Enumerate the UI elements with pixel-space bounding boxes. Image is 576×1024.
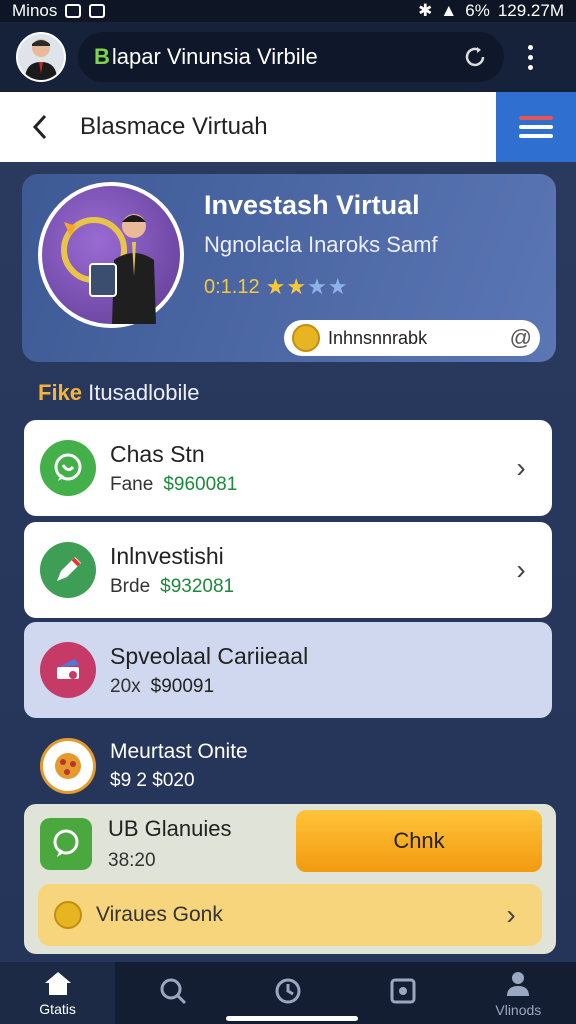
card-amount: $932081 [160,575,235,597]
section-accent: Fike [38,380,83,405]
status-left: Minos [12,1,106,21]
hero-rating: 0:1.12 ★★★★ [204,274,349,300]
person-icon [25,39,57,80]
pen-icon [40,542,96,598]
chevron-right-icon: › [516,452,526,483]
coin-icon [292,324,320,352]
avatar[interactable] [16,32,66,82]
spiral-icon: @ [509,325,532,350]
content-panel: Investash Virtual Ngnolacla Inaroks Samf… [0,162,576,962]
notification-icon [65,4,82,18]
clock-icon [275,978,301,1004]
card-body: Meurtast Onite $9 2 $020 [110,740,536,792]
card-body: Chas Stn Fane $960081 [110,441,506,496]
nav-history[interactable] [230,962,345,1024]
back-button[interactable] [0,92,80,162]
hero-title: Investash Virtual [204,190,420,220]
nav-label: Gtatis [39,1001,76,1017]
card-meta-label: Brde [110,575,151,597]
search-prefix: B [94,44,110,69]
coin-icon [54,901,82,929]
nav-gallery[interactable] [346,962,461,1024]
card-title: Meurtast Onite [110,740,248,763]
star-icon: ★ [265,274,287,299]
card-title: Chas Stn [110,440,205,467]
search-icon [160,978,186,1005]
card-amount: $90091 [150,675,215,697]
page-header: Blasmace Virtuah [0,92,576,162]
star-rating: ★★★★ [266,274,349,300]
section-text: Itusadlobile [88,380,200,405]
hero-subtitle: Ngnolacla Inaroks Samf [204,232,438,257]
card-meta: 20x $90091 [110,676,536,698]
hero-card[interactable]: Investash Virtual Ngnolacla Inaroks Samf… [22,174,556,362]
list-item[interactable]: Chas Stn Fane $960081 › [24,420,552,516]
more-options-icon[interactable] [520,44,540,70]
pizza-icon [40,738,96,794]
card-amount: $960081 [163,473,238,495]
bottom-nav: Gtatis Vlinods [0,962,576,1024]
card-meta: $9 2 $020 [110,770,195,791]
card-body: Spveolaal Cariieaal 20x $90091 [110,643,536,698]
promo-title: UB Glanuies [108,816,232,841]
menu-line [519,134,553,138]
notification-icon [89,4,106,18]
star-icon: ★ [307,274,328,299]
hero-pill-label: Inhnsnnrabk [328,327,428,348]
star-icon: ★ [286,274,308,299]
chevron-right-icon: › [506,899,516,930]
nav-profile[interactable]: Vlinods [461,962,576,1024]
section-label: Fike Itusadlobile [38,380,199,406]
page-title: Blasmace Virtuah [80,113,268,140]
battery-text: 6% [465,1,490,20]
card-body: Inlnvestishi Brde $932081 [110,543,506,598]
card-title: Inlnvestishi [110,542,224,569]
chat-icon [40,440,96,496]
hero-illustration [38,182,184,328]
menu-line [519,125,553,129]
rating-value: 0:1.12 [204,275,260,298]
refresh-icon[interactable] [462,44,488,70]
chat-bubble-icon [40,818,92,870]
bluetooth-icon: ✱ [418,1,433,20]
home-indicator[interactable] [226,1016,358,1021]
menu-line [519,116,553,120]
list-item[interactable]: Inlnvestishi Brde $932081 › [24,522,552,618]
nav-search[interactable] [115,962,230,1024]
profile-icon [507,972,530,996]
promo-card: UB Glanuies 38:20 Chnk Viraues Gonk › [24,804,556,954]
app-bar: B lapar Vinunsia Virbile [0,22,576,92]
chevron-left-icon [32,114,47,140]
promo-action-button[interactable]: Chnk [296,810,542,872]
wide-action-label: Viraues Gonk [96,903,223,926]
chevron-right-icon: › [516,554,526,585]
search-text: lapar Vinunsia Virbile [111,44,318,69]
search-bar[interactable]: B lapar Vinunsia Virbile [78,32,504,82]
home-icon [44,972,71,995]
hero-action-pill[interactable]: Inhnsnnrabk @ [284,320,540,356]
status-right: ✱ ▲ 6% 129.27M [418,1,564,21]
card-meta-label: Fane [110,473,154,495]
tag-icon [40,642,96,698]
wide-action-button[interactable]: Viraues Gonk › [38,884,542,946]
card-meta-label: 20x [110,675,141,697]
card-title: Spveolaal Cariieaal [110,642,309,669]
card-meta: Fane $960081 [110,474,506,496]
status-bar: Minos ✱ ▲ 6% 129.27M [0,0,576,22]
card-meta: Brde $932081 [110,576,506,598]
star-icon: ★ [327,274,349,299]
promo-subtitle: 38:20 [108,850,156,871]
image-icon [390,978,416,1004]
signal-icon: ▲ [440,1,458,20]
menu-button[interactable] [496,92,576,162]
clock-text: 129.27M [497,1,564,20]
list-item[interactable]: Spveolaal Cariieaal 20x $90091 [24,622,552,718]
nav-home[interactable]: Gtatis [0,962,116,1024]
nav-label: Vlinods [495,1002,542,1018]
status-time: Minos [12,1,58,20]
list-item[interactable]: Meurtast Onite $9 2 $020 [24,724,552,808]
